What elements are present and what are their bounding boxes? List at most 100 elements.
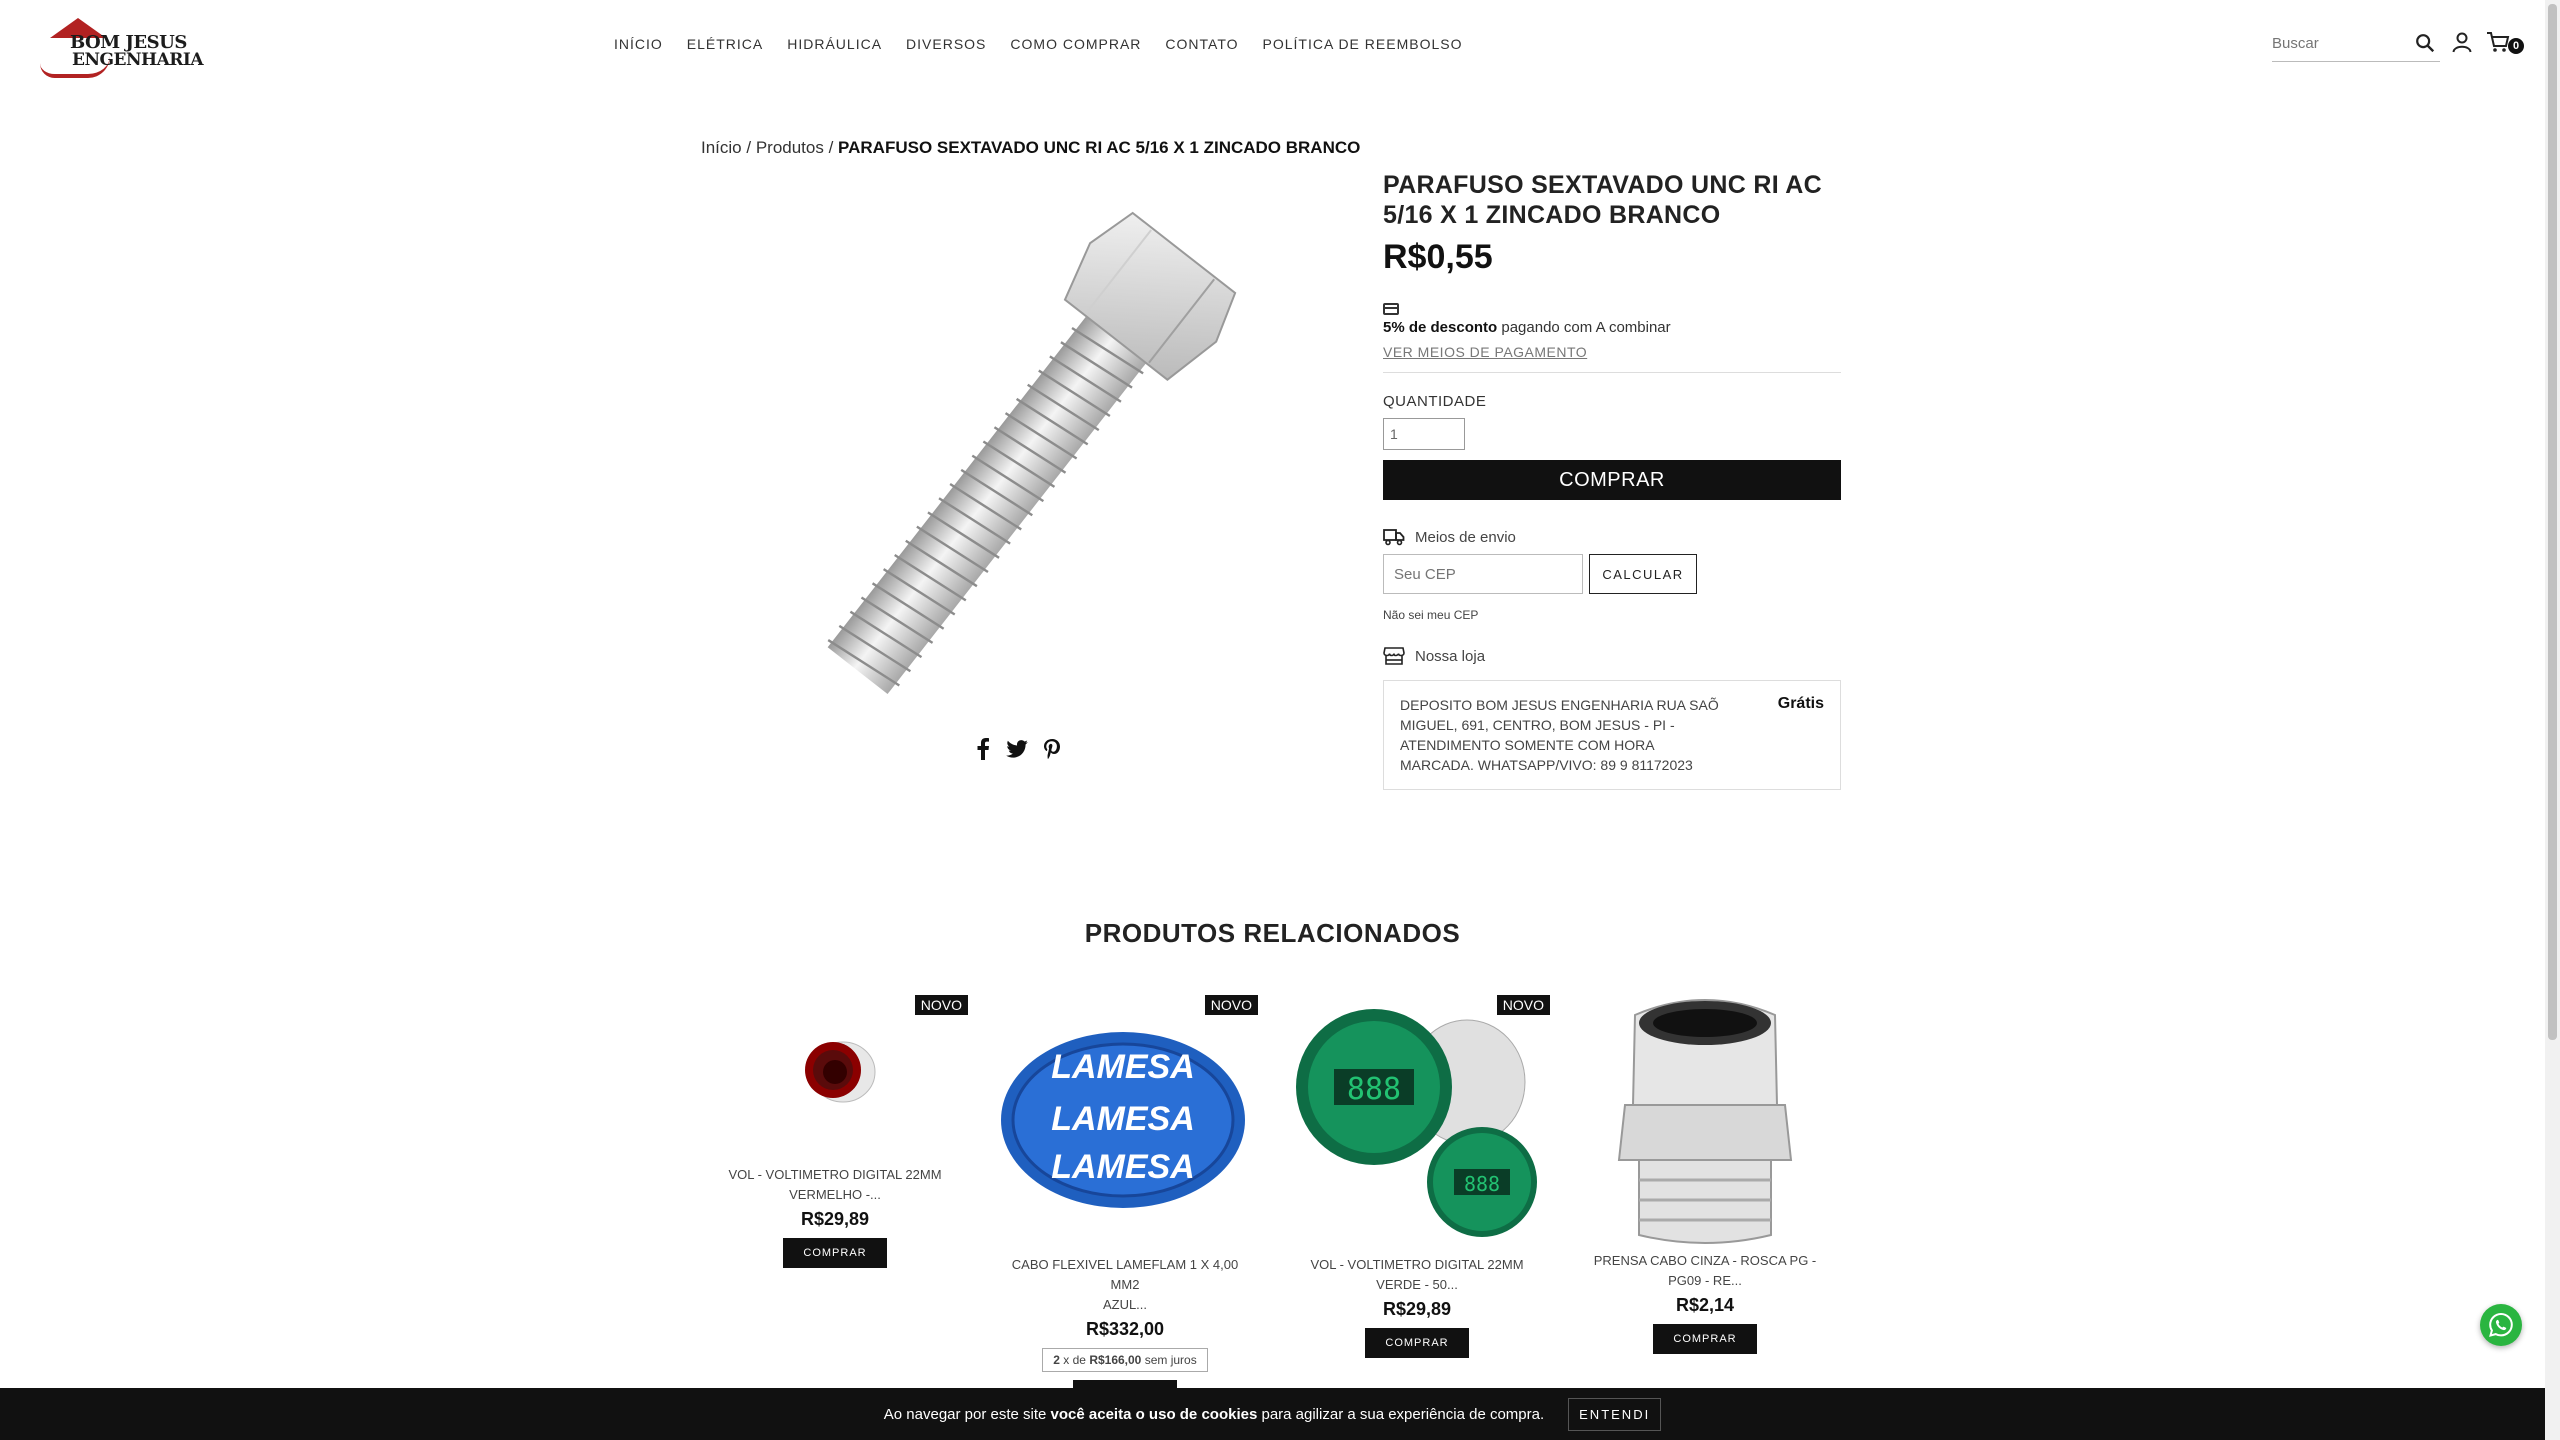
installment-value: R$166,00 — [1089, 1353, 1142, 1367]
logo-text-line2: ENGENHARIA — [72, 50, 204, 70]
buy-button[interactable]: COMPRAR — [1365, 1328, 1469, 1358]
twitter-icon[interactable] — [1006, 740, 1028, 758]
new-badge: NOVO — [1204, 995, 1258, 1015]
calculate-button[interactable]: CALCULAR — [1589, 554, 1697, 594]
breadcrumb-separator: / — [823, 138, 839, 157]
store-label: Nossa loja — [1415, 647, 1486, 665]
cable-gland-image — [1617, 999, 1793, 1244]
cookie-text-start: Ao navegar por este site — [883, 1405, 1051, 1423]
store-logo[interactable]: BOM JESUS ENGENHARIA — [36, 18, 204, 78]
product-name-line1: PRENSA CABO CINZA - ROSCA PG - — [1593, 1253, 1817, 1268]
pinterest-icon[interactable] — [1044, 739, 1060, 759]
whatsapp-button[interactable] — [2480, 1304, 2522, 1346]
product-name-line2: AZUL... — [1102, 1297, 1148, 1312]
installment-suffix: sem juros — [1141, 1353, 1197, 1367]
product-name[interactable]: PRENSA CABO CINZA - ROSCA PG - PG09 - RE.… — [1570, 1251, 1840, 1291]
facebook-icon[interactable] — [976, 738, 990, 760]
product-price: R$0,55 — [1383, 238, 1493, 276]
product-thumbnail[interactable]: 888 888 NOVO — [1282, 985, 1552, 1255]
breadcrumb-separator: / — [741, 138, 756, 157]
store-shipping-price: Grátis — [1777, 695, 1824, 712]
cookie-banner: Ao navegar por este site você aceita o u… — [0, 1388, 2545, 1440]
related-product-card[interactable]: 888 888 NOVO VOL - VOLTIMETRO DIGITAL 22… — [1282, 985, 1552, 1358]
product-thumbnail[interactable] — [1570, 985, 1840, 1251]
cep-input[interactable] — [1383, 554, 1583, 594]
nav-diversos[interactable]: DIVERSOS — [906, 36, 986, 52]
red-voltmeter-image — [805, 1041, 876, 1103]
store-pickup-header: Nossa loja — [1383, 646, 1841, 666]
cookie-text-end: para agilizar a sua experiência de compr… — [1257, 1405, 1545, 1423]
product-name-line1: CABO FLEXIVEL LAMEFLAM 1 X 4,00 MM2 — [1011, 1257, 1239, 1292]
payment-methods-link[interactable]: VER MEIOS DE PAGAMENTO — [1383, 344, 1841, 373]
display-digits-small: 888 — [1464, 1172, 1500, 1196]
related-product-card[interactable]: LAMESA LAMESA LAMESA NOVO CABO FLEXIVEL … — [990, 985, 1260, 1410]
cable-roll-image: LAMESA LAMESA LAMESA — [1001, 1032, 1245, 1208]
scrollbar-thumb[interactable] — [2548, 4, 2557, 1040]
product-name-line2: PG09 - RE... — [1668, 1273, 1742, 1288]
product-image-bolt[interactable] — [760, 180, 1300, 720]
breadcrumb-current: PARAFUSO SEXTAVADO UNC RI AC 5/16 X 1 ZI… — [838, 138, 1361, 157]
product-name[interactable]: VOL - VOLTIMETRO DIGITAL 22MM VERMELHO -.… — [700, 1165, 970, 1205]
cart-icon[interactable] — [2486, 30, 2510, 54]
installment-count: 2 — [1053, 1353, 1060, 1367]
search-icon[interactable] — [2414, 32, 2436, 54]
product-title: PARAFUSO SEXTAVADO UNC RI AC 5/16 X 1 ZI… — [1383, 171, 1822, 229]
store-icon — [1383, 647, 1405, 665]
product-thumbnail[interactable]: LAMESA LAMESA LAMESA NOVO — [990, 985, 1260, 1255]
page-scrollbar[interactable] — [2545, 0, 2560, 1440]
installment-info: 2 x de R$166,00 sem juros — [1042, 1348, 1208, 1372]
breadcrumb: Início / Produtos / PARAFUSO SEXTAVADO U… — [701, 138, 1360, 158]
buy-button[interactable]: COMPRAR — [1653, 1324, 1757, 1354]
store-option[interactable]: DEPOSITO BOM JESUS ENGENHARIA RUA SAÕ MI… — [1383, 680, 1841, 790]
product-name-line1: VOL - VOLTIMETRO DIGITAL 22MM — [728, 1167, 942, 1182]
shipping-label: Meios de envio — [1415, 528, 1516, 546]
new-badge: NOVO — [1496, 995, 1550, 1015]
nav-politica-reembolso[interactable]: POLÍTICA DE REEMBOLSO — [1263, 36, 1463, 52]
product-thumbnail[interactable]: NOVO — [700, 985, 970, 1165]
shipping-form: CALCULAR — [1383, 554, 1841, 594]
product-price: R$29,89 — [800, 1209, 870, 1229]
related-product-card[interactable]: PRENSA CABO CINZA - ROSCA PG - PG09 - RE.… — [1570, 985, 1840, 1354]
breadcrumb-products[interactable]: Produtos — [756, 138, 824, 157]
nav-hidraulica[interactable]: HIDRÁULICA — [787, 36, 882, 52]
brand-label-middle: LAMESA — [1051, 1100, 1195, 1138]
product-price: R$332,00 — [1085, 1319, 1165, 1339]
quantity-label: QUANTIDADE — [1383, 393, 1487, 410]
nav-eletrica[interactable]: ELÉTRICA — [687, 36, 763, 52]
brand-label-top: LAMESA — [1051, 1048, 1195, 1086]
buy-button[interactable]: COMPRAR — [1383, 460, 1841, 500]
payment-discount: 5% de desconto pagando com A combinar — [1383, 319, 1841, 336]
store-address: DEPOSITO BOM JESUS ENGENHARIA RUA SAÕ MI… — [1400, 697, 1719, 773]
buy-button[interactable]: COMPRAR — [783, 1238, 887, 1268]
product-price: R$29,89 — [1382, 1299, 1452, 1319]
display-digits: 888 — [1347, 1072, 1401, 1107]
quantity-input[interactable] — [1383, 418, 1465, 450]
truck-icon — [1383, 529, 1405, 546]
cookie-accept-button[interactable]: ENTENDI — [1568, 1397, 1662, 1431]
main-nav: INÍCIO ELÉTRICA HIDRÁULICA DIVERSOS COMO… — [614, 36, 1462, 52]
credit-card-icon — [1383, 303, 1399, 315]
related-product-card[interactable]: NOVO VOL - VOLTIMETRO DIGITAL 22MM VERMEL… — [700, 985, 970, 1268]
nav-como-comprar[interactable]: COMO COMPRAR — [1010, 36, 1141, 52]
green-voltmeter-image: 888 888 — [1296, 1009, 1537, 1237]
nav-inicio[interactable]: INÍCIO — [614, 36, 663, 52]
product-name-line2: VERMELHO -... — [789, 1187, 881, 1202]
share-buttons — [976, 738, 1060, 760]
user-icon[interactable] — [2450, 30, 2474, 54]
nav-contato[interactable]: CONTATO — [1165, 36, 1238, 52]
product-name[interactable]: VOL - VOLTIMETRO DIGITAL 22MM VERDE - 50.… — [1282, 1255, 1552, 1295]
breadcrumb-home[interactable]: Início — [701, 138, 742, 157]
no-cep-link[interactable]: Não sei meu CEP — [1383, 608, 1841, 622]
search-bar — [2272, 28, 2440, 62]
brand-label-bottom: LAMESA — [1051, 1148, 1195, 1186]
discount-percent: 5% de desconto — [1383, 319, 1498, 336]
product-price: R$2,14 — [1675, 1295, 1735, 1315]
product-name[interactable]: CABO FLEXIVEL LAMEFLAM 1 X 4,00 MM2 AZUL.… — [990, 1255, 1260, 1315]
search-input[interactable] — [2272, 28, 2402, 58]
product-name-line2: VERDE - 50... — [1376, 1277, 1458, 1292]
cookie-message: Ao navegar por este site você aceita o u… — [884, 1406, 1544, 1423]
cookie-text-bold: você aceita o uso de cookies — [1050, 1405, 1258, 1423]
cart-count-badge: 0 — [2508, 38, 2524, 54]
shipping-header: Meios de envio — [1383, 528, 1841, 546]
whatsapp-icon — [2489, 1312, 2513, 1337]
